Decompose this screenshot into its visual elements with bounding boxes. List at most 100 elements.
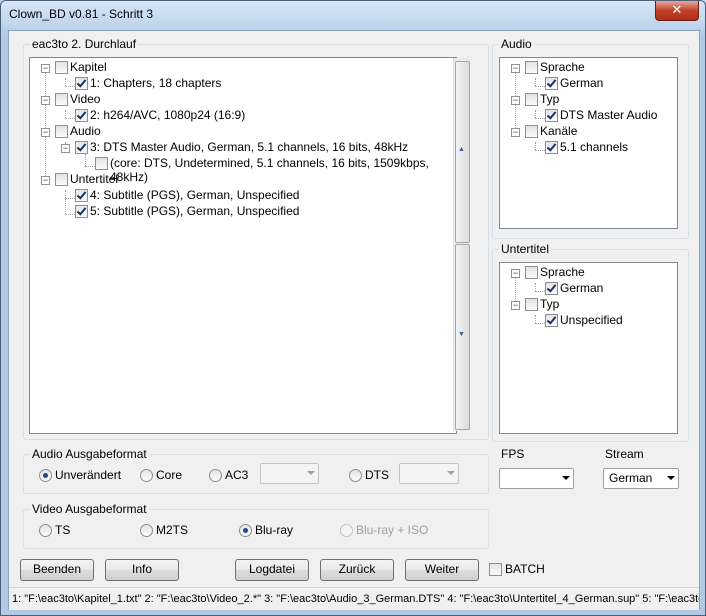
title-bar[interactable]: Clown_BD v0.81 - Schritt 3 ✕ bbox=[1, 1, 705, 29]
audio-item-german[interactable]: German bbox=[560, 76, 603, 90]
collapse-toggle[interactable]: − bbox=[41, 96, 50, 105]
tree-line bbox=[535, 142, 536, 150]
radio-ac3-label[interactable]: AC3 bbox=[225, 468, 248, 482]
info-button[interactable]: Info bbox=[105, 559, 179, 581]
tree-line bbox=[45, 70, 46, 182]
radio-dts[interactable] bbox=[349, 469, 362, 482]
stream-select[interactable]: German bbox=[603, 468, 679, 489]
tree-item-untertitel[interactable]: Untertitel bbox=[70, 172, 118, 186]
collapse-toggle[interactable]: − bbox=[511, 269, 520, 278]
radio-bluray[interactable] bbox=[239, 524, 252, 537]
weiter-button[interactable]: Weiter bbox=[405, 559, 479, 581]
tree-item-kapitel[interactable]: Kapitel bbox=[70, 60, 107, 74]
subtitle-item-sprache[interactable]: Sprache bbox=[540, 265, 585, 279]
dts-bitrate-select[interactable] bbox=[399, 463, 459, 484]
checkbox-sub-typ[interactable] bbox=[525, 298, 538, 311]
checkbox-sub-sprache[interactable] bbox=[525, 266, 538, 279]
audio-format-title: Audio Ausgabeformat bbox=[30, 447, 149, 461]
checkbox-sub-unspecified[interactable] bbox=[545, 314, 558, 327]
tree-line bbox=[85, 154, 86, 166]
checkbox-kapitel[interactable] bbox=[55, 61, 68, 74]
tree-item-chapters[interactable]: 1: Chapters, 18 chapters bbox=[90, 76, 221, 90]
checkbox-audio-german[interactable] bbox=[545, 77, 558, 90]
audio-item-typ[interactable]: Typ bbox=[540, 92, 559, 106]
subtitle-item-typ[interactable]: Typ bbox=[540, 297, 559, 311]
checkbox-audio-sprache[interactable] bbox=[525, 61, 538, 74]
tracks-tree[interactable]: − Kapitel 1: Chapters, 18 chapters − Vid… bbox=[29, 57, 457, 434]
collapse-toggle[interactable]: − bbox=[511, 128, 520, 137]
checkbox-audio-track[interactable] bbox=[75, 141, 88, 154]
checkbox-audio-kanaele[interactable] bbox=[525, 125, 538, 138]
checkbox-audio-typ[interactable] bbox=[525, 93, 538, 106]
collapse-toggle[interactable]: − bbox=[511, 96, 520, 105]
checkbox-subtitle-5[interactable] bbox=[75, 205, 88, 218]
close-button[interactable]: ✕ bbox=[655, 1, 699, 21]
tree-item-audio-track[interactable]: 3: DTS Master Audio, German, 5.1 channel… bbox=[90, 140, 408, 154]
audio-item-kanaele[interactable]: Kanäle bbox=[540, 124, 577, 138]
checkbox-audio-channels[interactable] bbox=[545, 141, 558, 154]
tree-line bbox=[535, 78, 536, 86]
collapse-toggle[interactable]: − bbox=[41, 176, 50, 185]
fps-select[interactable] bbox=[499, 468, 574, 489]
status-text: 1: "F:\eac3to\Kapitel_1.txt" 2: "F:\eac3… bbox=[12, 593, 699, 605]
collapse-toggle[interactable]: − bbox=[61, 144, 70, 153]
tree-item-video[interactable]: Video bbox=[70, 92, 100, 106]
tree-item-subtitle-4[interactable]: 4: Subtitle (PGS), German, Unspecified bbox=[90, 188, 299, 202]
beenden-button[interactable]: Beenden bbox=[20, 559, 94, 581]
tracks-scrollbar[interactable]: ▲ ▼ bbox=[453, 58, 470, 431]
radio-dts-label[interactable]: DTS bbox=[365, 468, 389, 482]
collapse-toggle[interactable]: − bbox=[511, 64, 520, 73]
radio-unveraendert-label[interactable]: Unverändert bbox=[55, 468, 121, 482]
scroll-down-icon[interactable]: ▼ bbox=[458, 331, 465, 338]
radio-m2ts[interactable] bbox=[140, 524, 153, 537]
radio-ac3[interactable] bbox=[209, 469, 222, 482]
logdatei-button[interactable]: Logdatei bbox=[235, 559, 309, 581]
audio-item-channels[interactable]: 5.1 channels bbox=[560, 140, 628, 154]
checkbox-audio-core[interactable] bbox=[95, 157, 108, 170]
radio-bluray-label[interactable]: Blu-ray bbox=[255, 523, 293, 537]
audio-item-sprache[interactable]: Sprache bbox=[540, 60, 585, 74]
checkbox-chapters[interactable] bbox=[75, 77, 88, 90]
window-title: Clown_BD v0.81 - Schritt 3 bbox=[9, 7, 154, 21]
radio-core[interactable] bbox=[140, 469, 153, 482]
checkbox-untertitel[interactable] bbox=[55, 173, 68, 186]
audio-tree[interactable]: − Sprache German − Typ DTS Master Audio … bbox=[499, 57, 678, 229]
subtitle-tree[interactable]: − Sprache German − Typ Unspecified bbox=[499, 262, 678, 434]
stream-value: German bbox=[609, 471, 653, 485]
audio-group-title: Audio bbox=[499, 37, 534, 51]
radio-ts-label[interactable]: TS bbox=[55, 523, 70, 537]
checkbox-subtitle-4[interactable] bbox=[75, 189, 88, 202]
tree-item-audio[interactable]: Audio bbox=[70, 124, 101, 138]
radio-m2ts-label[interactable]: M2TS bbox=[156, 523, 188, 537]
chevron-down-icon bbox=[447, 471, 455, 475]
radio-ts[interactable] bbox=[39, 524, 52, 537]
tree-item-subtitle-5[interactable]: 5: Subtitle (PGS), German, Unspecified bbox=[90, 204, 299, 218]
ac3-bitrate-select[interactable] bbox=[260, 463, 319, 484]
checkbox-video-track[interactable] bbox=[75, 109, 88, 122]
batch-checkbox[interactable] bbox=[489, 563, 502, 576]
zurueck-button[interactable]: Zurück bbox=[320, 559, 394, 581]
checkbox-sub-german[interactable] bbox=[545, 282, 558, 295]
tree-line bbox=[65, 78, 66, 86]
checkbox-audio[interactable] bbox=[55, 125, 68, 138]
radio-bluray-iso[interactable] bbox=[340, 524, 353, 537]
checkbox-audio-dts-ma[interactable] bbox=[545, 109, 558, 122]
collapse-toggle[interactable]: − bbox=[41, 128, 50, 137]
fps-title: FPS bbox=[499, 447, 527, 461]
chevron-down-icon bbox=[667, 476, 675, 480]
batch-label[interactable]: BATCH bbox=[505, 562, 545, 576]
subtitle-group-title: Untertitel bbox=[499, 242, 552, 256]
tree-item-video-track[interactable]: 2: h264/AVC, 1080p24 (16:9) bbox=[90, 108, 245, 122]
radio-bluray-iso-label[interactable]: Blu-ray + ISO bbox=[356, 523, 428, 537]
tree-item-audio-core[interactable]: (core: DTS, Undetermined, 5.1 channels, … bbox=[110, 156, 456, 184]
subtitle-item-german[interactable]: German bbox=[560, 281, 603, 295]
subtitle-item-unspecified[interactable]: Unspecified bbox=[560, 313, 623, 327]
radio-core-label[interactable]: Core bbox=[156, 468, 182, 482]
tree-line bbox=[535, 150, 545, 151]
audio-item-dts-ma[interactable]: DTS Master Audio bbox=[560, 108, 657, 122]
checkbox-video[interactable] bbox=[55, 93, 68, 106]
scroll-up-icon[interactable]: ▲ bbox=[458, 146, 465, 153]
collapse-toggle[interactable]: − bbox=[511, 301, 520, 310]
collapse-toggle[interactable]: − bbox=[41, 64, 50, 73]
radio-unveraendert[interactable] bbox=[39, 469, 52, 482]
